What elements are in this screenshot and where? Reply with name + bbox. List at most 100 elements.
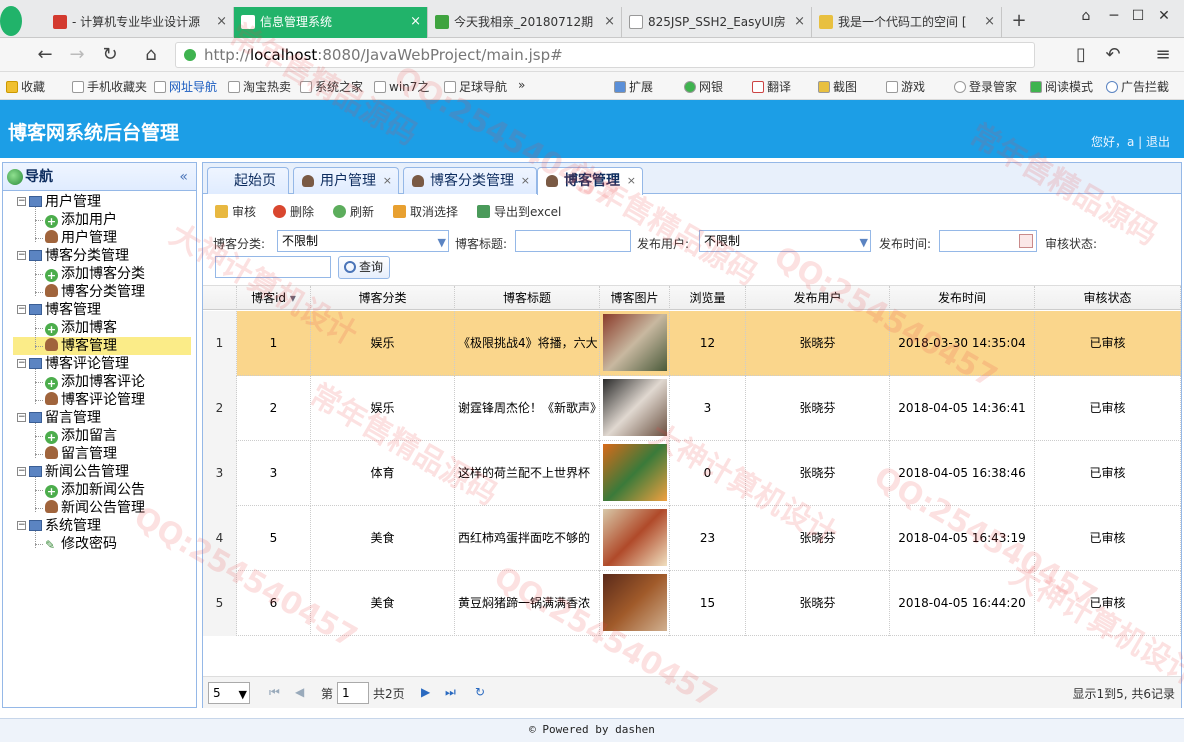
collapse-toggle-icon[interactable]: − [17, 359, 26, 368]
skin-icon[interactable]: ⌂ [1072, 4, 1100, 28]
audit-button[interactable]: 审核 [215, 203, 256, 220]
close-icon[interactable]: × [984, 7, 995, 37]
close-icon[interactable]: × [383, 168, 392, 194]
prev-page-icon[interactable]: ◀ [295, 685, 304, 699]
tab-blog-management[interactable]: 博客管理 × [537, 167, 643, 195]
status-input[interactable] [215, 256, 331, 278]
extension-item[interactable]: 截图 [818, 78, 857, 95]
last-page-icon[interactable]: ⏭ [445, 685, 456, 700]
sort-icon[interactable]: ▾ [286, 291, 296, 305]
tab-blog-category[interactable]: 博客分类管理 × [403, 167, 537, 194]
menu-icon[interactable]: ≡ [1150, 42, 1176, 68]
tree-item[interactable]: + 添加留言 [45, 427, 117, 445]
page-size-select[interactable]: 5 ▼ [208, 682, 250, 704]
collapse-icon[interactable]: « [179, 163, 188, 191]
tab-home[interactable]: 起始页 [207, 167, 289, 194]
tree-group[interactable]: 博客评论管理 [29, 355, 129, 373]
extension-item[interactable]: 广告拦截 [1106, 78, 1169, 95]
extension-item[interactable]: 游戏 [886, 78, 925, 95]
close-window-icon[interactable]: ✕ [1150, 4, 1178, 28]
column-header[interactable]: 博客id ▾ [237, 286, 311, 310]
table-row[interactable]: 3 3 体育 这样的荷兰配不上世界杯 0 张晓芬 2018-04-05 16:38:46 已审… [203, 441, 1181, 506]
more-bookmarks[interactable]: » [518, 78, 525, 92]
first-page-icon[interactable]: ⏮ [269, 685, 280, 700]
tree-group[interactable]: 留言管理 [29, 409, 101, 427]
maximize-icon[interactable]: ☐ [1124, 4, 1152, 28]
tree-group[interactable]: 用户管理 [29, 193, 101, 211]
tree-item[interactable]: ✎ 修改密码 [45, 535, 117, 553]
tree-item[interactable]: 博客分类管理 [45, 283, 145, 301]
category-select[interactable]: 不限制 ▼ [277, 230, 449, 252]
tree-item[interactable]: 用户管理 [45, 229, 117, 247]
new-tab-button[interactable]: + [1009, 7, 1029, 35]
column-header[interactable]: 发布时间 [890, 286, 1035, 310]
bookmark-item[interactable]: 网址导航 [154, 78, 217, 95]
tree-group[interactable]: 新闻公告管理 [29, 463, 129, 481]
close-icon[interactable]: × [216, 7, 227, 37]
collapse-toggle-icon[interactable]: − [17, 521, 26, 530]
bookmark-item[interactable]: win7之 [374, 78, 429, 95]
table-row[interactable]: 2 2 娱乐 谢霆锋周杰伦！《新歌声》 3 张晓芬 2018-04-05 14:36:41 已… [203, 376, 1181, 441]
forward-icon[interactable]: → [64, 42, 90, 68]
tree-group[interactable]: 博客管理 [29, 301, 101, 319]
column-header[interactable]: 审核状态 [1035, 286, 1181, 310]
column-header[interactable]: 发布用户 [746, 286, 890, 310]
tree-item[interactable]: 新闻公告管理 [45, 499, 145, 517]
back-icon[interactable]: ← [32, 42, 58, 68]
unselect-button[interactable]: 取消选择 [393, 203, 458, 220]
tree-item[interactable]: + 添加博客 [45, 319, 117, 337]
close-icon[interactable]: × [794, 7, 805, 37]
column-header[interactable]: 浏览量 [670, 286, 746, 310]
user-select[interactable]: 不限制 ▼ [699, 230, 871, 252]
close-icon[interactable]: × [410, 7, 421, 37]
tree-group[interactable]: 博客分类管理 [29, 247, 129, 265]
tree-item[interactable]: 留言管理 [45, 445, 117, 463]
column-header[interactable]: 博客分类 [311, 286, 455, 310]
tree-item[interactable]: + 添加用户 [45, 211, 117, 229]
column-header[interactable]: 博客图片 [600, 286, 670, 310]
extension-item[interactable]: 网银 [684, 78, 723, 95]
collapse-toggle-icon[interactable]: − [17, 197, 26, 206]
tab-user-management[interactable]: 用户管理 × [293, 167, 399, 194]
reload-icon[interactable]: ↻ [97, 42, 123, 68]
time-input[interactable] [939, 230, 1037, 252]
bookmark-item[interactable]: 手机收藏夹 [72, 78, 147, 95]
title-input[interactable] [515, 230, 631, 252]
collapse-toggle-icon[interactable]: − [17, 305, 26, 314]
collapse-toggle-icon[interactable]: − [17, 251, 26, 260]
bookmark-item[interactable]: 收藏 [6, 78, 45, 95]
table-row[interactable]: 4 5 美食 西红柿鸡蛋拌面吃不够的 23 张晓芬 2018-04-05 16:43:19 已… [203, 506, 1181, 571]
next-page-icon[interactable]: ▶ [421, 685, 430, 699]
refresh-button[interactable]: 刷新 [333, 203, 374, 220]
home-icon[interactable]: ⌂ [138, 42, 164, 68]
collapse-toggle-icon[interactable]: − [17, 467, 26, 476]
tree-item[interactable]: + 添加新闻公告 [45, 481, 145, 499]
close-icon[interactable]: × [521, 168, 530, 194]
export-excel-button[interactable]: 导出到excel [477, 203, 561, 220]
close-icon[interactable]: × [627, 168, 636, 194]
extension-item[interactable]: 登录管家 [954, 78, 1017, 95]
tree-item[interactable]: 博客评论管理 [45, 391, 145, 409]
tree-item[interactable]: + 添加博客评论 [45, 373, 145, 391]
tree-group[interactable]: 系统管理 [29, 517, 101, 535]
table-row[interactable]: 5 6 美食 黄豆焖猪蹄一锅满满香浓 15 张晓芬 2018-04-05 16:44:20 已… [203, 571, 1181, 636]
browser-tab[interactable]: 我是一个代码工的空间 [× [812, 7, 1002, 38]
bookmark-item[interactable]: 系统之家 [300, 78, 363, 95]
page-number-input[interactable]: 1 [337, 682, 369, 704]
reload-icon[interactable]: ↻ [475, 685, 485, 699]
phone-icon[interactable]: ▯ [1068, 42, 1094, 68]
browser-tab[interactable]: 825JSP_SSH2_EasyUI房 × [622, 7, 812, 38]
undo-icon[interactable]: ↶ [1100, 42, 1126, 68]
table-row[interactable]: 1 1 娱乐 《极限挑战4》将播，六大 12 张晓芬 2018-03-30 14:35:04… [203, 311, 1181, 376]
user-greeting[interactable]: 您好，a | 退出 [1091, 133, 1170, 150]
delete-button[interactable]: 删除 [273, 203, 314, 220]
bookmark-item[interactable]: 淘宝热卖 [228, 78, 291, 95]
tree-item[interactable]: + 添加博客分类 [45, 265, 145, 283]
extension-item[interactable]: 扩展 [614, 78, 653, 95]
browser-tab[interactable]: 今天我相亲_20180712期 × [428, 7, 622, 38]
browser-tab-active[interactable]: 信息管理系统 × [234, 7, 428, 38]
calendar-icon[interactable] [1019, 234, 1033, 248]
address-input[interactable]: http://localhost:8080/JavaWebProject/mai… [175, 42, 1035, 68]
extension-item[interactable]: 阅读模式 [1030, 78, 1093, 95]
bookmark-item[interactable]: 足球导航 [444, 78, 507, 95]
